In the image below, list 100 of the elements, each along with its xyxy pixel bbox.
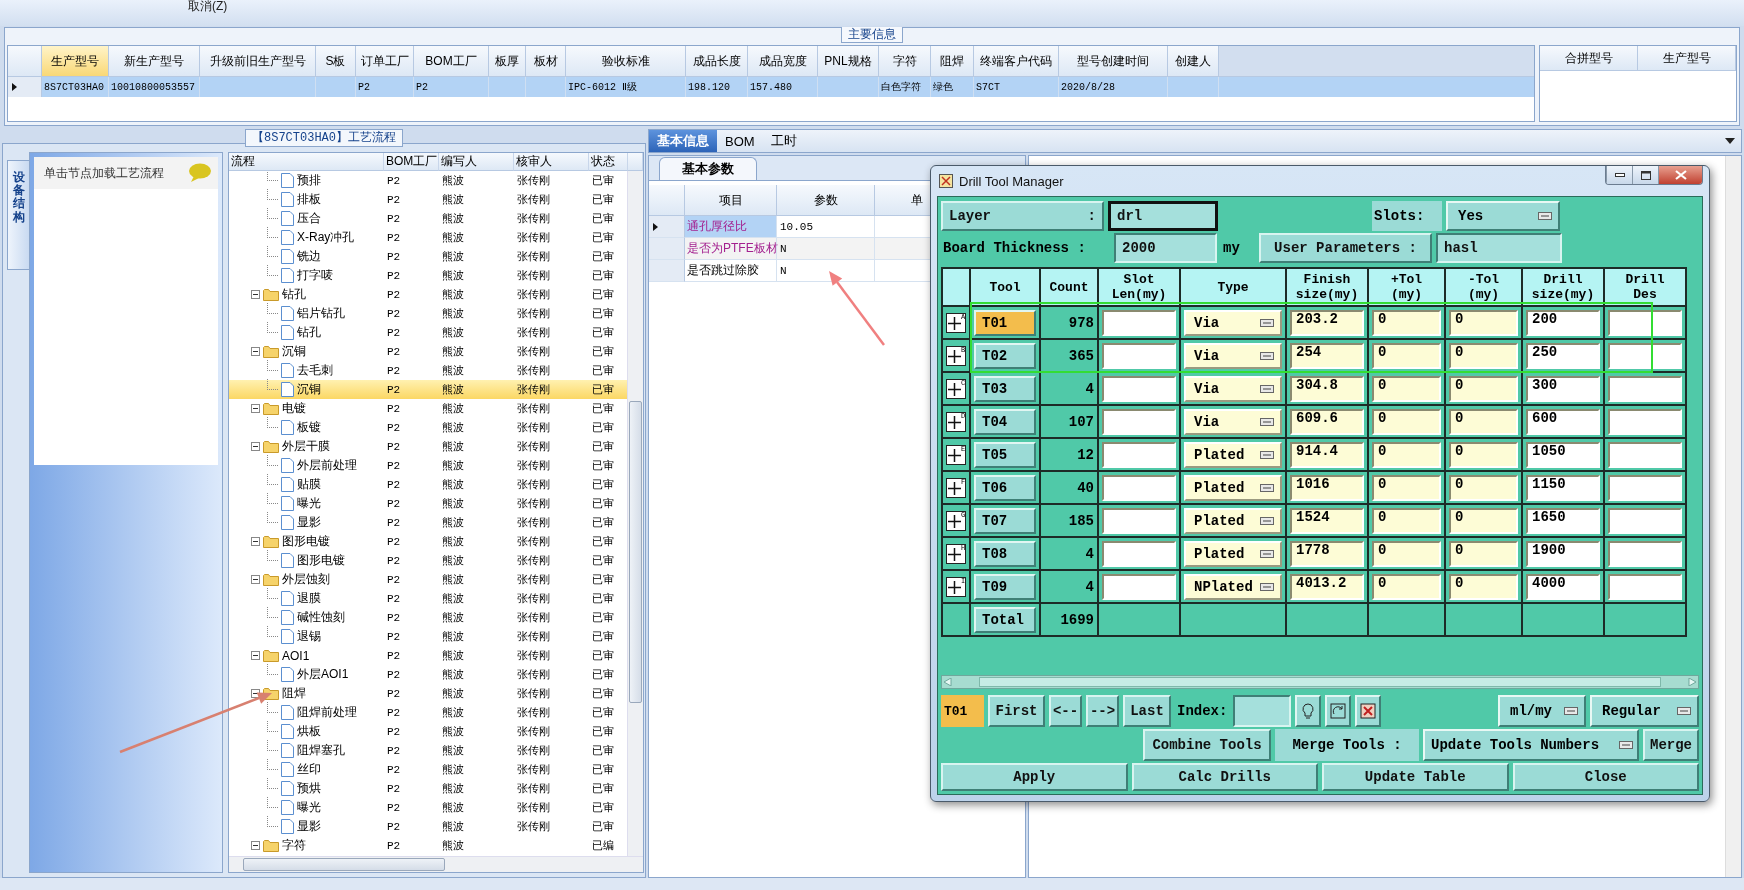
total-button[interactable]: Total <box>974 606 1036 633</box>
column-header[interactable]: 合拼型号 <box>1540 46 1638 71</box>
index-field[interactable] <box>1233 695 1292 727</box>
minus-tolerance-field[interactable]: 0 <box>1449 342 1518 369</box>
tab[interactable]: 基本参数 <box>659 157 757 180</box>
plus-tolerance-field[interactable]: 0 <box>1372 540 1441 567</box>
plus-tolerance-field[interactable]: 0 <box>1372 375 1441 402</box>
navigation-button[interactable]: --> <box>1086 695 1119 727</box>
drill-size-field[interactable]: 600 <box>1526 408 1600 435</box>
tree-row[interactable]: 曝光 P2 熊波 张传刚 已审 <box>229 494 627 513</box>
slot-length-field[interactable] <box>1102 507 1176 534</box>
tree-row[interactable]: 贴膜 P2 熊波 张传刚 已审 <box>229 475 627 494</box>
minimize-button[interactable] <box>1606 166 1632 184</box>
tree-row[interactable]: 板镀 P2 熊波 张传刚 已审 <box>229 418 627 437</box>
tree-row[interactable]: 退膜 P2 熊波 张传刚 已审 <box>229 589 627 608</box>
refresh-button[interactable] <box>1325 695 1352 727</box>
plus-tolerance-field[interactable]: 0 <box>1372 441 1441 468</box>
finish-size-field[interactable]: 1524 <box>1290 507 1364 534</box>
type-dropdown[interactable]: Via <box>1184 375 1282 402</box>
drill-size-field[interactable]: 300 <box>1526 375 1600 402</box>
tree-row[interactable]: 图形电镀 P2 熊波 张传刚 已审 <box>229 532 627 551</box>
plus-tolerance-field[interactable]: 0 <box>1372 309 1441 336</box>
type-dropdown[interactable]: Via <box>1184 309 1282 336</box>
drill-des-field[interactable] <box>1608 441 1682 468</box>
slot-length-field[interactable] <box>1102 441 1176 468</box>
tool-button[interactable]: T02 <box>974 342 1036 369</box>
minus-tolerance-field[interactable]: 0 <box>1449 309 1518 336</box>
tool-button[interactable]: T06 <box>974 474 1036 501</box>
tree-row[interactable]: 铣边 P2 熊波 张传刚 已审 <box>229 247 627 266</box>
tab[interactable]: 基本信息 <box>649 130 717 152</box>
tab[interactable]: BOM <box>717 130 763 152</box>
finish-size-field[interactable]: 914.4 <box>1290 441 1364 468</box>
finish-size-field[interactable]: 254 <box>1290 342 1364 369</box>
slot-length-field[interactable] <box>1102 408 1176 435</box>
merge-mode-dropdown[interactable]: Update Tools Numbers <box>1423 729 1639 761</box>
column-header[interactable]: 项目 <box>685 185 777 216</box>
toolbar-button[interactable]: 取消(Z) <box>188 0 228 13</box>
column-header[interactable]: BOM工厂 <box>384 153 439 171</box>
tree-row[interactable]: 字符 P2 熊波 已编 <box>229 836 627 855</box>
scrollbar[interactable] <box>941 675 1699 689</box>
plus-tolerance-field[interactable]: 0 <box>1372 408 1441 435</box>
slot-length-field[interactable] <box>1102 474 1176 501</box>
column-header[interactable]: PNL规格 <box>818 46 879 77</box>
tree-row[interactable]: AOI1 P2 熊波 张传刚 已审 <box>229 646 627 665</box>
tree-row[interactable]: 显影 P2 熊波 张传刚 已审 <box>229 513 627 532</box>
slot-length-field[interactable] <box>1102 375 1176 402</box>
column-header[interactable]: 创建人 <box>1168 46 1219 77</box>
type-dropdown[interactable]: Via <box>1184 408 1282 435</box>
drill-des-field[interactable] <box>1608 474 1682 501</box>
minus-tolerance-field[interactable]: 0 <box>1449 573 1518 600</box>
finish-size-field[interactable]: 1778 <box>1290 540 1364 567</box>
column-header[interactable]: 核审人 <box>514 153 589 171</box>
finish-size-field[interactable]: 203.2 <box>1290 309 1364 336</box>
tree-row[interactable]: 显影 P2 熊波 张传刚 已审 <box>229 817 627 836</box>
column-header[interactable]: 终端客户代码 <box>974 46 1059 77</box>
drill-des-field[interactable] <box>1608 309 1682 336</box>
drill-size-field[interactable]: 200 <box>1526 309 1600 336</box>
action-button[interactable]: Close <box>1512 763 1699 791</box>
minus-tolerance-field[interactable]: 0 <box>1449 540 1518 567</box>
drill-des-field[interactable] <box>1608 540 1682 567</box>
column-header[interactable]: 字符 <box>879 46 931 77</box>
tree-row[interactable]: 阻焊前处理 P2 熊波 张传刚 已审 <box>229 703 627 722</box>
slot-length-field[interactable] <box>1102 573 1176 600</box>
drill-size-field[interactable]: 1650 <box>1526 507 1600 534</box>
combine-tools-button[interactable]: Combine Tools <box>1143 729 1271 761</box>
tool-button[interactable]: T07 <box>974 507 1036 534</box>
tree-row[interactable]: 图形电镀 P2 熊波 张传刚 已审 <box>229 551 627 570</box>
collapse-icon[interactable] <box>251 290 260 299</box>
column-header[interactable]: 成品宽度 <box>748 46 818 77</box>
slot-length-field[interactable] <box>1102 540 1176 567</box>
minus-tolerance-field[interactable]: 0 <box>1449 507 1518 534</box>
action-button[interactable]: Calc Drills <box>1131 763 1318 791</box>
tree-row[interactable]: 电镀 P2 熊波 张传刚 已审 <box>229 399 627 418</box>
finish-size-field[interactable]: 609.6 <box>1290 408 1364 435</box>
drill-des-field[interactable] <box>1608 573 1682 600</box>
tool-button[interactable]: T05 <box>974 441 1036 468</box>
type-dropdown[interactable]: Plated <box>1184 474 1282 501</box>
column-header[interactable]: 成品长度 <box>686 46 748 77</box>
tree-row[interactable]: 退锡 P2 熊波 张传刚 已审 <box>229 627 627 646</box>
tree-row[interactable]: 排板 P2 熊波 张传刚 已审 <box>229 190 627 209</box>
tool-button[interactable]: T03 <box>974 375 1036 402</box>
tree-row[interactable]: 曝光 P2 熊波 张传刚 已审 <box>229 798 627 817</box>
side-tab[interactable]: 设备结构 <box>7 160 29 270</box>
tree-row[interactable]: 丝印 P2 熊波 张传刚 已审 <box>229 760 627 779</box>
finish-size-field[interactable]: 304.8 <box>1290 375 1364 402</box>
column-header[interactable]: 生产型号 <box>1638 46 1736 71</box>
tool-button[interactable]: T01 <box>974 309 1036 336</box>
tree-row[interactable]: 预排 P2 熊波 张传刚 已审 <box>229 171 627 190</box>
drill-size-field[interactable]: 4000 <box>1526 573 1600 600</box>
finish-size-field[interactable]: 1016 <box>1290 474 1364 501</box>
table-row[interactable]: 8S7CT03HA0 10010800053557 P2 P2 IPC-6012 Ⅱ级 198.120 157.480 白色字符 绿色 S7CT 2020/8/28 <box>8 77 1534 97</box>
collapse-icon[interactable] <box>251 651 260 660</box>
finish-size-field[interactable]: 4013.2 <box>1290 573 1364 600</box>
delete-button[interactable] <box>1355 695 1382 727</box>
drill-size-field[interactable]: 1900 <box>1526 540 1600 567</box>
type-dropdown[interactable]: Plated <box>1184 441 1282 468</box>
units-dropdown[interactable]: ml/my <box>1498 695 1586 727</box>
collapse-icon[interactable] <box>251 575 260 584</box>
type-dropdown[interactable]: Plated <box>1184 507 1282 534</box>
layer-button[interactable]: Layer : <box>941 201 1104 231</box>
